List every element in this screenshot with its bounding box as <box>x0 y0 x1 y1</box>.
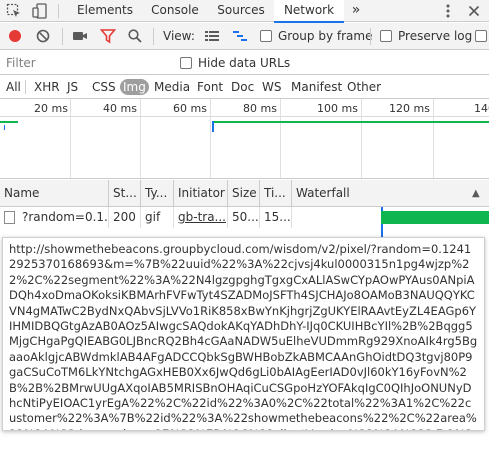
timeline-marker <box>4 125 5 130</box>
request-name[interactable]: ?random=0.1... <box>18 207 108 228</box>
clear-icon[interactable] <box>35 28 51 44</box>
toolbar-separator <box>153 28 154 45</box>
type-filter-other[interactable]: Other <box>347 79 381 95</box>
column-header-waterfall[interactable]: Waterfall <box>292 180 452 207</box>
column-header-type[interactable]: Ty... <box>141 180 172 207</box>
filter-bar: Hide data URLs <box>0 51 489 75</box>
type-separator <box>25 80 26 94</box>
timeline-tick-label: 100 ms <box>317 102 358 115</box>
type-filter-all[interactable]: All <box>6 79 21 95</box>
grid-line <box>210 99 211 178</box>
group-by-frame-label: Group by frame <box>278 29 373 43</box>
tab-sources[interactable]: Sources <box>208 0 274 22</box>
column-header-time[interactable]: Ti... <box>260 180 290 207</box>
filter-input[interactable] <box>0 51 180 74</box>
hide-data-urls-checkbox[interactable] <box>180 57 192 69</box>
preserve-log-label: Preserve log <box>398 29 473 43</box>
large-rows-icon[interactable] <box>204 28 220 44</box>
initiator-link[interactable]: gb-tra... <box>178 210 226 224</box>
timeline-tick-label: 80 ms <box>243 102 277 115</box>
type-filter-css[interactable]: CSS <box>92 79 116 95</box>
tab-separator <box>58 4 59 18</box>
request-time: 15... <box>264 210 291 224</box>
toolbar-separator <box>62 28 63 45</box>
toolbar-separator <box>370 28 371 45</box>
overview-bar <box>0 121 18 123</box>
resource-type-bar: All XHR JS CSS Img Media Font Doc WS Man… <box>0 75 489 99</box>
type-filter-js[interactable]: JS <box>67 79 78 95</box>
request-initiator[interactable]: gb-tra... <box>174 207 227 228</box>
devtools-tab-bar: Elements Console Sources Network » <box>0 0 489 23</box>
preserve-log-checkbox[interactable] <box>380 30 392 42</box>
type-filter-ws[interactable]: WS <box>262 79 281 95</box>
group-by-frame-checkbox[interactable] <box>260 30 272 42</box>
overview-bar <box>212 121 489 123</box>
grid-line <box>140 99 141 178</box>
column-header-name[interactable]: Name <box>0 180 108 207</box>
disable-cache-checkbox[interactable] <box>475 30 487 42</box>
record-icon[interactable] <box>7 28 23 44</box>
more-tabs-icon[interactable]: » <box>346 0 366 22</box>
type-filter-doc[interactable]: Doc <box>231 79 254 95</box>
image-file-icon <box>4 211 15 224</box>
column-header-status[interactable]: St... <box>109 180 139 207</box>
tab-network[interactable]: Network <box>274 0 344 23</box>
camera-icon[interactable] <box>72 28 88 44</box>
request-type: gif <box>145 210 161 224</box>
timeline-tick-label: 140 <box>474 102 489 115</box>
filter-icon[interactable] <box>99 28 117 44</box>
waterfall-bar[interactable] <box>381 211 489 224</box>
hide-data-urls-label: Hide data URLs <box>198 56 291 70</box>
grid-line <box>70 99 71 178</box>
timeline-tick-label: 20 ms <box>34 102 68 115</box>
type-filter-font[interactable]: Font <box>197 79 223 95</box>
device-toolbar-icon[interactable] <box>32 3 48 19</box>
view-label: View: <box>163 29 195 43</box>
waterfall-marker <box>381 228 383 237</box>
request-size: 50... <box>232 210 259 224</box>
type-filter-media[interactable]: Media <box>154 79 190 95</box>
request-url-tooltip: http://showmethebeacons.groupbycloud.com… <box>2 237 485 431</box>
timeline-overview[interactable]: 20 ms 40 ms 60 ms 80 ms 100 ms 120 ms 14… <box>0 99 489 179</box>
kebab-menu-icon[interactable] <box>440 3 456 19</box>
timeline-tick-label: 60 ms <box>173 102 207 115</box>
tab-console[interactable]: Console <box>142 0 208 22</box>
grid-line <box>361 99 362 178</box>
table-row[interactable]: ?random=0.1... 200 gif gb-tra... 50... 1… <box>0 207 489 228</box>
type-filter-manifest[interactable]: Manifest <box>291 79 342 95</box>
type-filter-xhr[interactable]: XHR <box>34 79 60 95</box>
inspect-icon[interactable] <box>6 3 22 19</box>
request-table-header: Name St... Ty... Initiator Size Ti... Wa… <box>0 180 489 207</box>
column-separator <box>291 207 292 228</box>
timeline-marker <box>212 121 214 132</box>
column-header-size[interactable]: Size <box>228 180 258 207</box>
search-icon[interactable] <box>127 28 143 44</box>
network-toolbar: View: Group by frame Preserve log <box>0 23 489 50</box>
close-icon[interactable] <box>466 3 482 19</box>
grid-line <box>280 99 281 178</box>
waterfall-view-icon[interactable] <box>232 28 248 44</box>
sort-ascending-icon[interactable]: ▲ <box>468 180 488 207</box>
timeline-tick-label: 120 ms <box>389 102 430 115</box>
tab-elements[interactable]: Elements <box>68 0 142 22</box>
column-header-initiator[interactable]: Initiator <box>174 180 227 207</box>
grid-line <box>433 99 434 178</box>
request-status: 200 <box>113 210 136 224</box>
timeline-tick-label: 40 ms <box>103 102 137 115</box>
type-filter-img[interactable]: Img <box>120 79 149 95</box>
